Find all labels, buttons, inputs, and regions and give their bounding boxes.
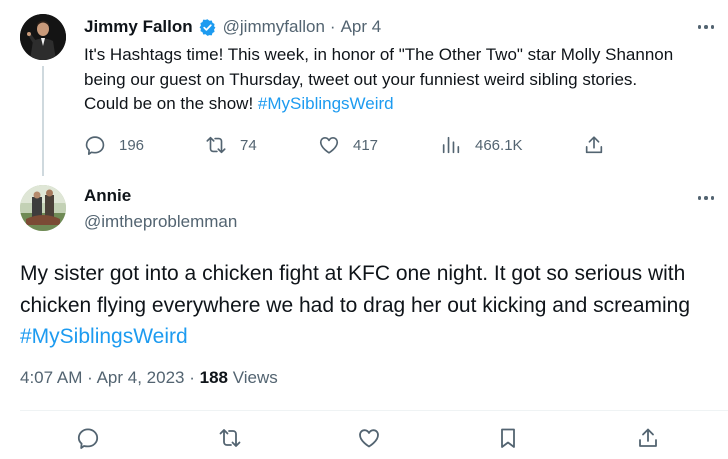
reply-icon: [85, 136, 105, 155]
parent-reply-button[interactable]: 196: [84, 132, 144, 158]
like-icon: [319, 137, 339, 154]
reply-tweet-text: My sister got into a chicken fight at KF…: [20, 258, 720, 353]
parent-like-count: 417: [353, 136, 379, 154]
reply-tweet-meta: 4:07 AM · Apr 4, 2023 · 188 Views: [20, 368, 278, 388]
reply-views-label: Views: [232, 368, 278, 387]
avatar-photo: [20, 14, 66, 60]
parent-tweet-date[interactable]: Apr 4: [341, 17, 382, 37]
divider: [20, 410, 728, 411]
reply-reply-button[interactable]: [76, 426, 100, 450]
reply-author-handle[interactable]: @imtheproblemman: [84, 212, 237, 232]
reply-like-button[interactable]: [357, 426, 381, 450]
avatar-photo: [20, 185, 66, 231]
reply-more-icon[interactable]: [697, 196, 714, 200]
reply-retweet-button[interactable]: [218, 426, 242, 450]
reply-hashtag-link[interactable]: #MySiblingsWeird: [20, 325, 188, 348]
parent-retweet-button[interactable]: 74: [205, 132, 257, 158]
views-icon: [442, 136, 460, 154]
share-icon: [585, 136, 603, 154]
parent-share-button[interactable]: [583, 132, 618, 158]
parent-action-bar: 196 74 417 466.1K: [0, 132, 728, 158]
parent-reply-count: 196: [119, 136, 145, 154]
thread-line: [42, 66, 44, 176]
reply-author-name[interactable]: Annie: [84, 186, 131, 206]
reply-tweet-time[interactable]: 4:07 AM: [20, 368, 82, 387]
dot-separator: ·: [189, 368, 195, 387]
parent-author-name[interactable]: Jimmy Fallon: [84, 17, 193, 37]
share-icon: [639, 428, 657, 447]
reply-bookmark-button[interactable]: [496, 426, 520, 450]
retweet-icon: [219, 429, 241, 447]
like-icon: [359, 429, 379, 448]
parent-more-icon[interactable]: [697, 25, 714, 29]
parent-retweet-count: 74: [240, 136, 257, 154]
parent-hashtag-link[interactable]: #MySiblingsWeird: [258, 94, 394, 113]
parent-author-avatar[interactable]: [20, 14, 66, 60]
parent-views-count: 466.1K: [475, 136, 523, 154]
reply-tweet-text-main: My sister got into a chicken fight at KF…: [20, 262, 691, 317]
parent-like-button[interactable]: 417: [318, 132, 378, 158]
parent-author-handle[interactable]: @jimmyfallon: [223, 17, 325, 37]
reply-icon: [77, 428, 99, 449]
reply-tweet-date[interactable]: Apr 4, 2023: [97, 368, 185, 387]
retweet-icon: [206, 136, 226, 154]
reply-views-count[interactable]: 188: [200, 368, 228, 387]
verified-badge-icon[interactable]: [198, 18, 217, 37]
parent-views-button[interactable]: 466.1K: [440, 132, 523, 158]
reply-share-button[interactable]: [636, 426, 660, 450]
reply-action-bar: [0, 426, 728, 452]
parent-tweet-text: It's Hashtags time! This week, in honor …: [84, 43, 684, 117]
dot-separator: ·: [329, 17, 336, 36]
dot-separator: ·: [87, 368, 93, 387]
parent-tweet-header: Jimmy Fallon @jimmyfallon · Apr 4: [84, 15, 381, 39]
bookmark-icon: [501, 428, 515, 448]
reply-author-avatar[interactable]: [20, 185, 66, 231]
